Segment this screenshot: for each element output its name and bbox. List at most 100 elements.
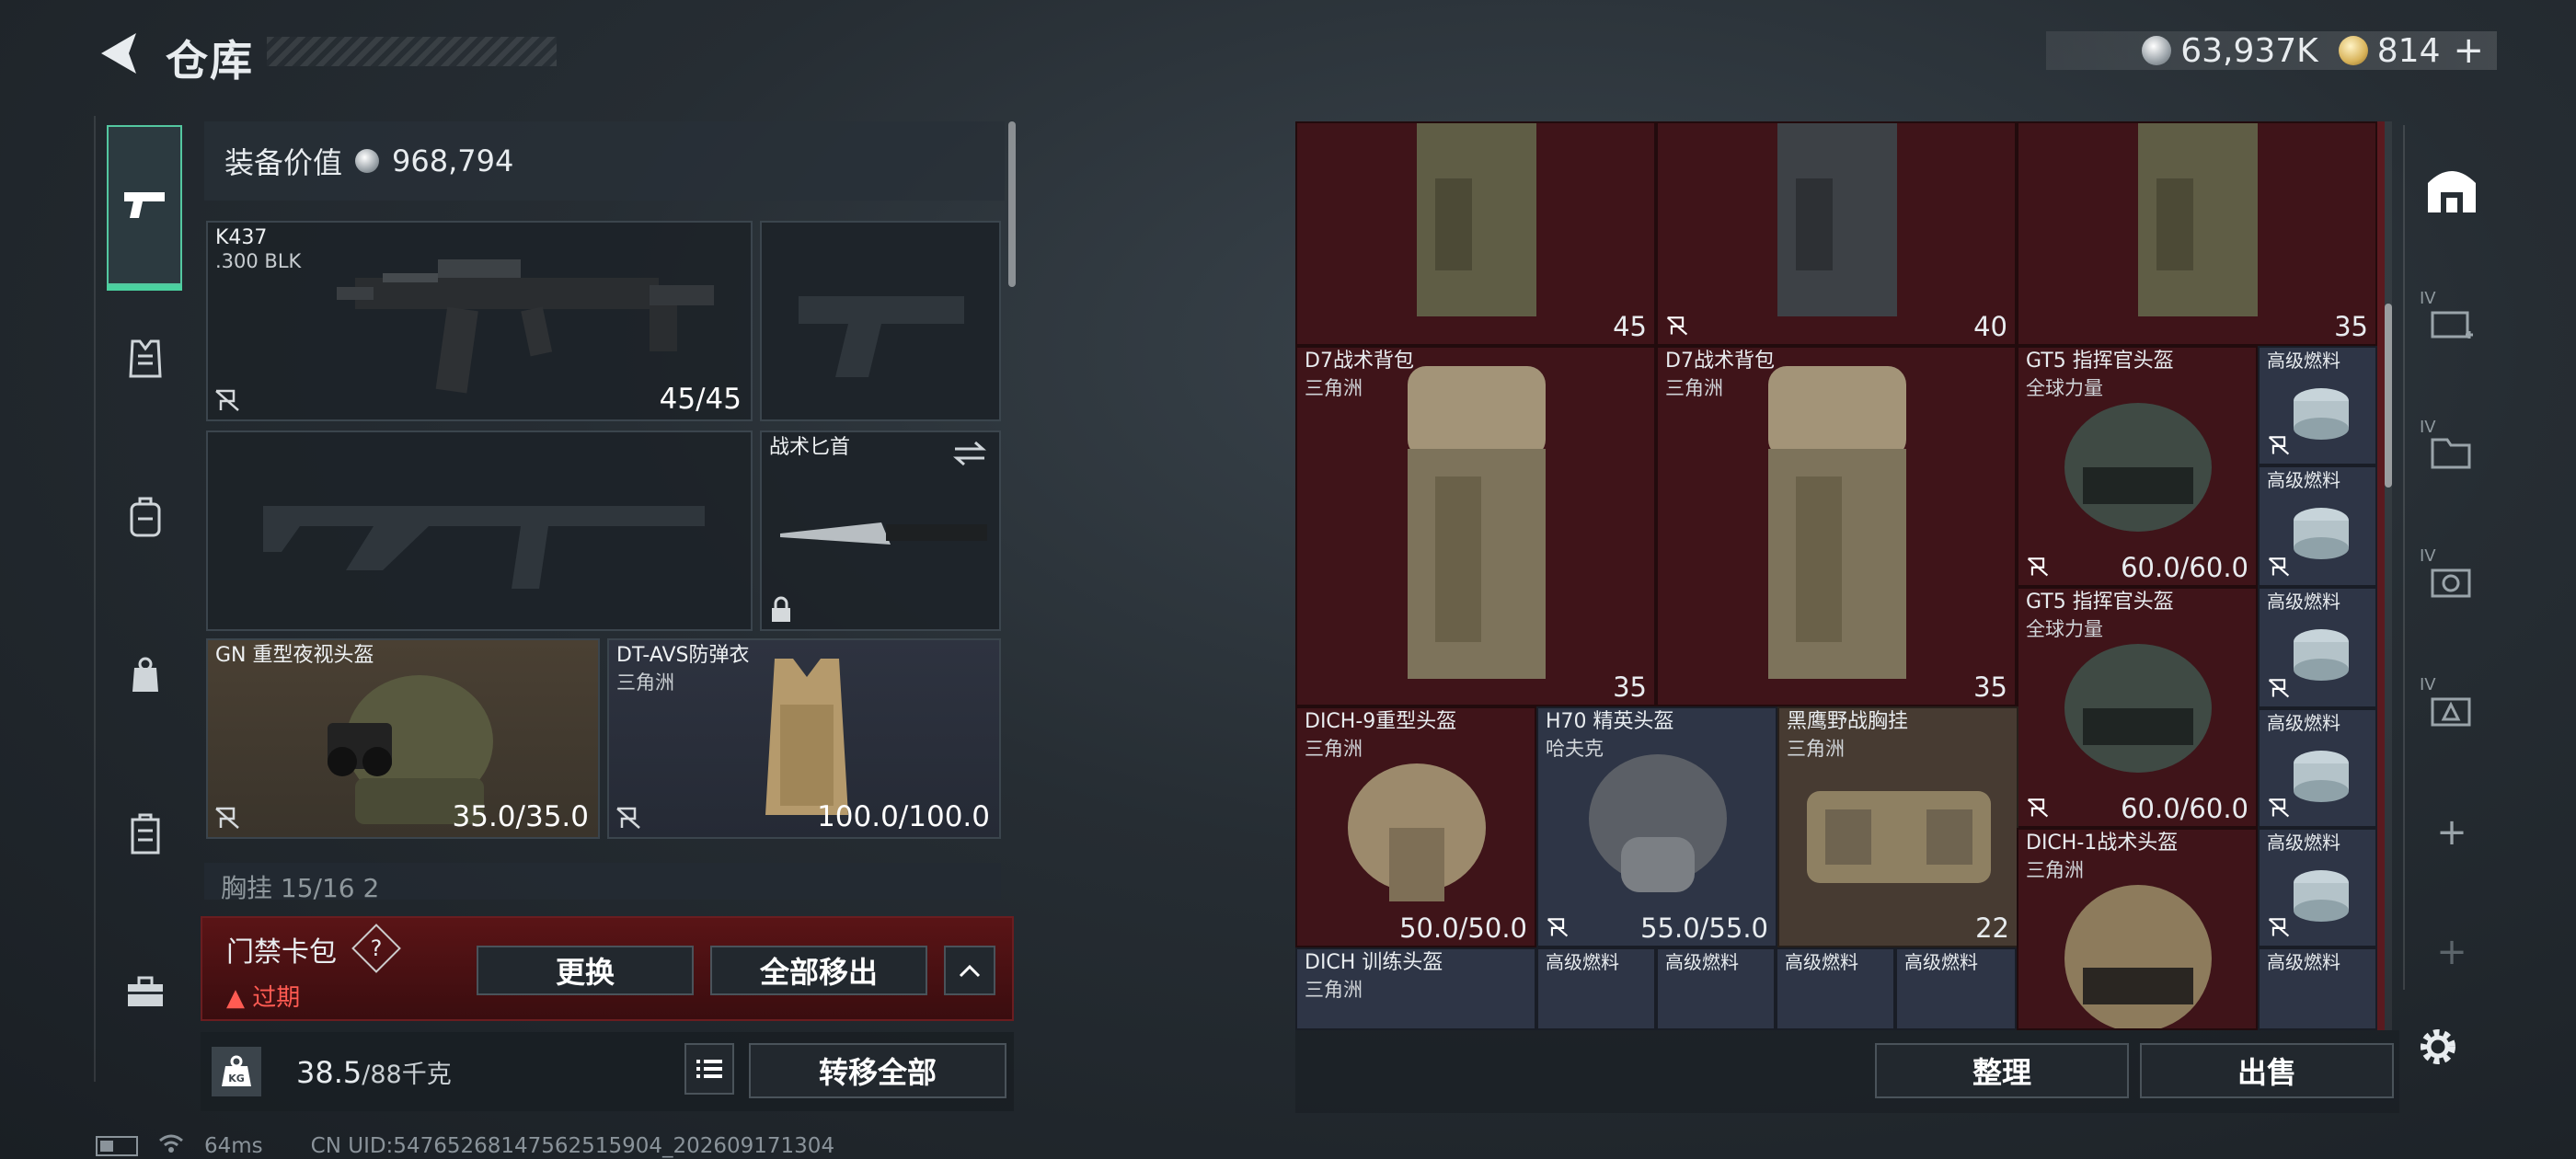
stash-item[interactable]: DICH 训练头盔 三角洲: [1295, 947, 1536, 1030]
stash-item[interactable]: D7战术背包 三角洲 35: [1656, 346, 2017, 706]
stash-item[interactable]: 黑鹰野战胸挂 三角洲 22: [1777, 706, 2018, 947]
lock-icon: [772, 596, 790, 622]
tab-level-label: IV: [2420, 546, 2436, 566]
item-name: 高级燃料: [2267, 469, 2340, 491]
stash-item[interactable]: 高级燃料: [2258, 465, 2377, 587]
stash-tab-4[interactable]: IV: [2418, 546, 2486, 614]
secondary-weapon-slot[interactable]: [206, 430, 753, 631]
item-name: 高级燃料: [1546, 951, 1619, 973]
nav-weapons-tab[interactable]: [107, 125, 182, 291]
stash-item[interactable]: 高级燃料: [2258, 947, 2377, 1030]
replace-button[interactable]: 更换: [477, 946, 694, 995]
access-card-title: 门禁卡包: [226, 936, 337, 969]
stash-item[interactable]: 45: [1295, 121, 1656, 346]
item-name: DICH-9重型头盔: [1305, 710, 1457, 733]
stash-item[interactable]: 高级燃料: [2258, 828, 2377, 947]
stash-item[interactable]: DICH-1战术头盔 三角洲: [2017, 828, 2258, 1030]
backpack-icon: [130, 497, 161, 537]
item-name: 高级燃料: [2267, 350, 2340, 372]
stash-tab-5[interactable]: IV: [2418, 675, 2486, 743]
stash-item[interactable]: GT5 指挥官头盔 全球力量 60.0/60.0: [2017, 346, 2258, 587]
nav-backpack-tab[interactable]: [107, 478, 184, 556]
add-stash-tab-button[interactable]: +: [2418, 798, 2486, 866]
no-insurance-icon: [2268, 798, 2290, 818]
back-button[interactable]: [92, 28, 147, 79]
stash-item[interactable]: 高级燃料: [2258, 587, 2377, 708]
fuel-can-image: [2294, 751, 2349, 802]
armor-name: DT-AVS防弹衣: [616, 644, 750, 667]
list-view-button[interactable]: [684, 1043, 734, 1095]
stash-item[interactable]: H70 精英头盔 哈夫克 55.0/55.0: [1536, 706, 1777, 947]
armor-slot[interactable]: DT-AVS防弹衣 三角洲 100.0/100.0: [607, 638, 1001, 839]
stash-tab-2[interactable]: IV: [2418, 289, 2486, 357]
remove-all-button[interactable]: 全部移出: [710, 946, 927, 995]
item-durability: 55.0/55.0: [1640, 912, 1768, 944]
weight-readout: 38.5/88千克: [296, 1054, 452, 1090]
transfer-all-button[interactable]: 转移全部: [749, 1043, 1006, 1098]
stash-tab-main[interactable]: [2418, 156, 2486, 224]
case-icon: [131, 813, 160, 855]
weight-icon: KG: [212, 1047, 261, 1096]
warning-icon: ▲: [226, 984, 245, 1012]
chest-rig-row[interactable]: 胸挂 15/16 2: [204, 863, 1001, 900]
help-icon: ?: [370, 935, 383, 961]
stash-tab-3[interactable]: IV: [2418, 418, 2486, 486]
knife-slot[interactable]: 战术匕首: [760, 430, 1001, 631]
stash-item[interactable]: 高级燃料: [1536, 947, 1656, 1030]
helmet-slot[interactable]: GN 重型夜视头盔 35.0/35.0: [206, 638, 600, 839]
stash-grid: 45 40 35 D7战术背包 三角洲 35 D7战术背包 三角洲 35 GT5…: [1295, 121, 2385, 1030]
stash-item[interactable]: 40: [1656, 121, 2017, 346]
max-weight: /88千克: [362, 1061, 452, 1089]
primary-weapon-slot[interactable]: K437 .300 BLK 45/45: [206, 221, 753, 421]
item-name: 黑鹰野战胸挂: [1787, 710, 1909, 733]
silver-coin-icon: [355, 149, 380, 173]
pistol-placeholder-icon: [799, 296, 964, 377]
knife-name: 战术匕首: [769, 436, 851, 459]
toolbox-icon: [128, 976, 163, 1006]
stash-item[interactable]: 高级燃料: [1656, 947, 1776, 1030]
weapon-ammo: .300 BLK: [215, 250, 302, 272]
weapon-durability: 45/45: [659, 383, 742, 416]
item-capacity: 40: [1973, 311, 2007, 342]
nav-toolbox-tab[interactable]: [107, 953, 184, 1030]
nav-armor-tab[interactable]: [107, 320, 184, 397]
settings-button[interactable]: [2410, 1019, 2466, 1074]
item-durability: 60.0/60.0: [2121, 552, 2248, 583]
pistol-slot[interactable]: [760, 221, 1001, 421]
equipment-value: 968,794: [392, 143, 514, 178]
item-capacity: 22: [1975, 912, 2009, 944]
sell-button[interactable]: 出售: [2140, 1043, 2394, 1098]
collapse-button[interactable]: [944, 946, 995, 995]
item-faction: 三角洲: [1305, 979, 1363, 1001]
stash-item[interactable]: 高级燃料: [1776, 947, 1895, 1030]
silver-currency-value: 63,937K: [2180, 31, 2318, 70]
no-insurance-icon: [2268, 557, 2290, 577]
add-currency-button[interactable]: +: [2453, 29, 2484, 72]
add-stash-tab-button-disabled: +: [2436, 931, 2467, 973]
fuel-can-image: [2294, 629, 2349, 681]
equipment-value-label: 装备价值: [224, 145, 343, 180]
no-insurance-icon: [2027, 557, 2049, 577]
stash-tabs: IV IV IV IV + +: [2403, 125, 2486, 990]
tab-level-label: IV: [2420, 289, 2436, 308]
stash-item[interactable]: 高级燃料: [2258, 346, 2377, 465]
tab-level-label: IV: [2420, 675, 2436, 694]
item-name: DICH-1战术头盔: [2026, 832, 2179, 855]
equipment-scrollbar[interactable]: [1008, 121, 1016, 287]
item-name: 高级燃料: [2267, 712, 2340, 734]
stash-item[interactable]: D7战术背包 三角洲 35: [1295, 346, 1656, 706]
nav-bag-tab[interactable]: [107, 637, 184, 714]
item-durability: 60.0/60.0: [2121, 793, 2248, 824]
tab-level-label: IV: [2420, 418, 2436, 437]
item-capacity: 45: [1613, 311, 1647, 342]
stash-scrollbar[interactable]: [2385, 304, 2392, 488]
stash-item[interactable]: GT5 指挥官头盔 全球力量 60.0/60.0: [2017, 587, 2258, 828]
item-capacity: 35: [1613, 671, 1647, 703]
status-bar: 64ms CN UID:547652681475625159​04_202609…: [96, 1133, 834, 1159]
stash-item[interactable]: 高级燃料: [2258, 708, 2377, 828]
stash-item[interactable]: 35: [2017, 121, 2377, 346]
sort-button[interactable]: 整理: [1875, 1043, 2129, 1098]
nav-container-tab[interactable]: [107, 795, 184, 872]
stash-item[interactable]: 高级燃料: [1895, 947, 2017, 1030]
stash-item[interactable]: DICH-9重型头盔 三角洲 50.0/50.0: [1295, 706, 1536, 947]
